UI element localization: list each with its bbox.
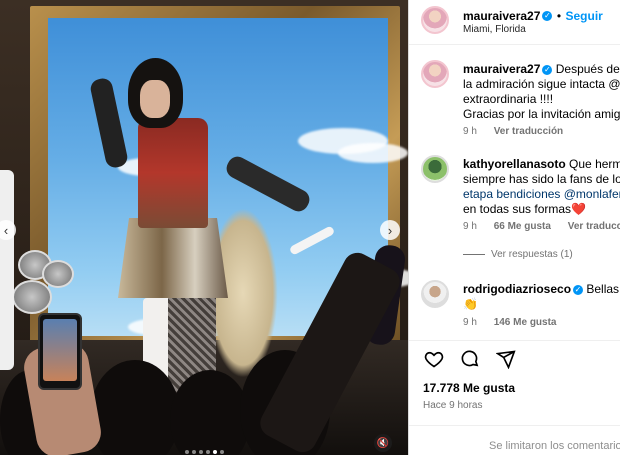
comment-text: en todas sus formas❤️	[463, 202, 586, 216]
comment-button[interactable]	[459, 348, 481, 370]
carousel-indicator	[0, 450, 408, 454]
comment-text: la admiración sigue intacta @mo	[463, 77, 620, 91]
chevron-right-icon: ›	[387, 222, 393, 238]
carousel-next-button[interactable]: ›	[380, 220, 400, 240]
post-header: mauraiverа27 ✓ • Seguir	[463, 9, 603, 23]
comment-text: Bellas @m	[586, 282, 620, 296]
carousel-dot	[198, 450, 203, 454]
comment-meta: 9 h 146 Me gusta	[463, 317, 571, 328]
comment-text: siempre has sido la fans de los c	[463, 172, 620, 186]
share-button[interactable]	[495, 348, 517, 370]
comment-text: Gracias por la invitación amiguit	[463, 107, 620, 121]
post-location[interactable]: Miami, Florida	[463, 24, 526, 35]
carousel-dot	[212, 450, 217, 454]
chevron-left-icon: ‹	[3, 222, 9, 238]
comment-text: etapa bendiciones @monlaferte	[463, 187, 620, 201]
comment-text: Después de ta	[555, 62, 620, 76]
verified-badge-icon: ✓	[573, 284, 584, 295]
concert-photo	[0, 0, 408, 455]
mute-icon: 🔇	[376, 437, 390, 449]
see-translation-link[interactable]: Ver traducción	[494, 126, 563, 137]
post-time: Hace 9 horas	[423, 400, 483, 411]
comment-text: Que hermoso	[569, 157, 620, 171]
post-sidebar: mauraiverа27 ✓ • Seguir Miami, Florida ma…	[408, 0, 620, 455]
comment-avatar[interactable]	[421, 60, 449, 88]
comment-time: 9 h	[463, 317, 477, 328]
carousel-dot	[184, 450, 189, 454]
see-translation-link[interactable]: Ver traducción	[568, 221, 620, 232]
heart-icon	[424, 351, 444, 368]
comment-likes[interactable]: 146 Me gusta	[494, 317, 557, 328]
comment-meta: 9 h 66 Me gusta Ver traducción	[463, 221, 620, 232]
follow-button[interactable]: Seguir	[566, 9, 603, 23]
comment-username[interactable]: mauraiverа27	[463, 62, 540, 76]
author-avatar[interactable]	[421, 6, 449, 34]
comment-likes[interactable]: 66 Me gusta	[494, 221, 551, 232]
comment-text: extraordinaria !!!!	[463, 92, 554, 106]
audience-phone	[38, 313, 82, 390]
author-username[interactable]: mauraiverа27	[463, 9, 540, 23]
verified-badge-icon: ✓	[542, 64, 553, 75]
carousel-dot	[219, 450, 224, 454]
post-actions	[423, 348, 517, 370]
carousel-dot	[205, 450, 210, 454]
like-count[interactable]: 17.778 Me gusta	[423, 381, 515, 395]
comment-avatar[interactable]	[421, 155, 449, 183]
post-media[interactable]: ‹ › 🔇	[0, 0, 408, 455]
like-button[interactable]	[423, 348, 445, 370]
comment-username[interactable]: kathyorellanasoto	[463, 157, 566, 171]
share-icon	[496, 350, 516, 369]
comment-3: rodrigodiazrioseco✓ Bellas @m 👏	[463, 282, 620, 312]
verified-badge-icon: ✓	[542, 10, 553, 21]
comment-text: 👏	[463, 297, 478, 311]
performer-left	[0, 170, 14, 370]
carousel-dot	[191, 450, 196, 454]
comment-1: mauraiverа27✓ Después de ta la admiració…	[463, 62, 620, 122]
comment-time: 9 h	[463, 221, 477, 232]
mute-button[interactable]: 🔇	[374, 434, 392, 452]
comment-username[interactable]: rodrigodiazrioseco	[463, 282, 571, 296]
comments-limited-notice: Se limitaron los comentarios	[489, 440, 620, 452]
comment-time: 9 h	[463, 126, 477, 137]
comment-icon	[461, 350, 479, 367]
comment-avatar[interactable]	[421, 280, 449, 308]
view-replies-button[interactable]: Ver respuestas (1)	[463, 249, 573, 260]
comment-meta: 9 h Ver traducción	[463, 126, 577, 137]
view-replies-label: Ver respuestas (1)	[491, 249, 573, 260]
comment-2: kathyorellanasoto Que hermoso siempre ha…	[463, 157, 620, 217]
